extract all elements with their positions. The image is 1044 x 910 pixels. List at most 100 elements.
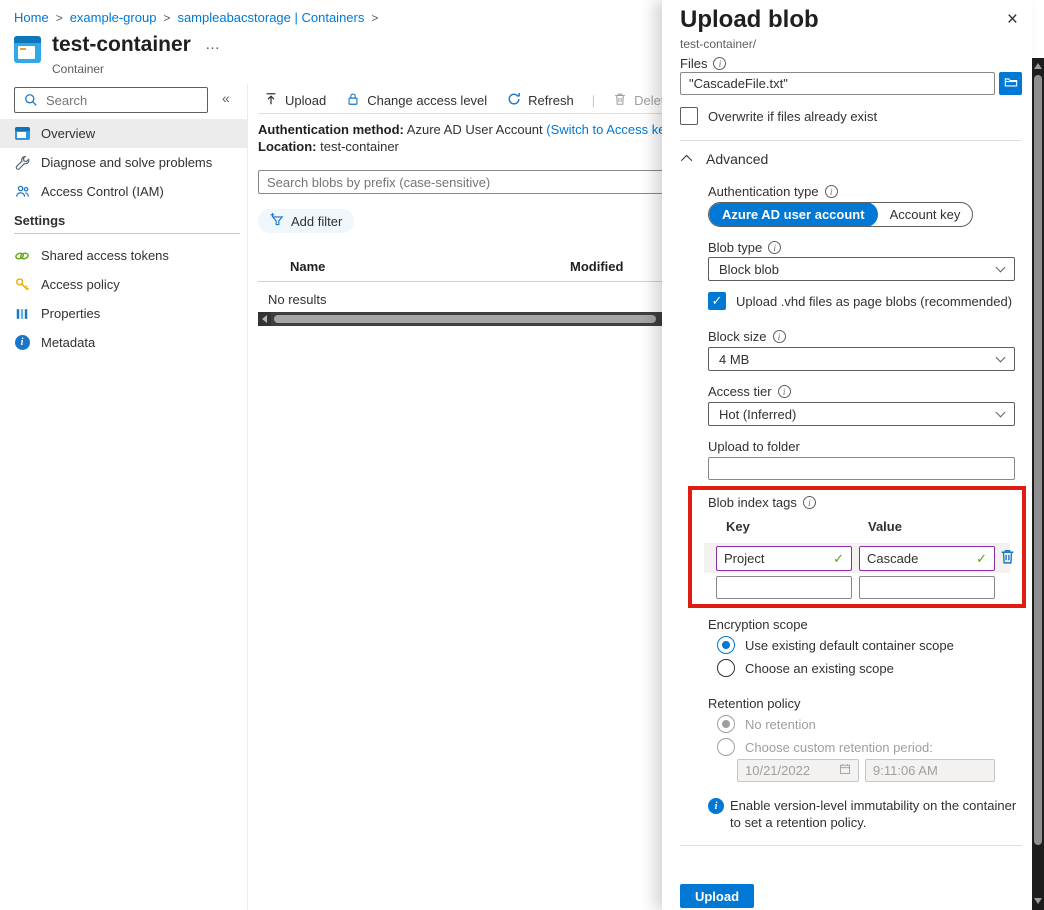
retention-time-input: 9:11:06 AM (865, 759, 995, 782)
column-header-modified[interactable]: Modified (570, 259, 623, 274)
blob-prefix-search-input[interactable] (267, 175, 659, 190)
people-icon (14, 184, 30, 200)
retention-option-none: No retention (717, 715, 816, 733)
chevron-down-icon (996, 352, 1006, 362)
upload-folder-input[interactable] (708, 457, 1015, 480)
sidebar-section-divider (14, 233, 240, 234)
block-size-label-row: Block size i (708, 329, 786, 344)
auth-toggle-account-key[interactable]: Account key (878, 207, 973, 222)
auth-type-label: Authentication type (708, 184, 819, 199)
vertical-scrollbar-thumb[interactable] (1034, 75, 1042, 845)
sidebar-item-metadata[interactable]: i Metadata (0, 328, 247, 357)
block-size-select[interactable]: 4 MB (708, 347, 1015, 371)
columns-icon (14, 306, 30, 322)
radio-existing-scope[interactable] (717, 659, 735, 677)
upload-submit-button[interactable]: Upload (680, 884, 754, 908)
horizontal-scrollbar[interactable] (258, 312, 664, 326)
vhd-label: Upload .vhd files as page blobs (recomme… (736, 294, 1012, 309)
auth-type-toggle[interactable]: Azure AD user account Account key (708, 202, 973, 227)
info-circle-icon: i (778, 385, 791, 398)
delete-tag-icon[interactable] (999, 548, 1016, 568)
upload-folder-label: Upload to folder (708, 439, 800, 454)
change-access-level-button[interactable]: Change access level (340, 92, 493, 109)
overwrite-checkbox[interactable] (680, 107, 698, 125)
lock-icon (346, 92, 360, 109)
column-header-name[interactable]: Name (290, 259, 325, 274)
breadcrumb-storage-containers[interactable]: sampleabacstorage | Containers (177, 10, 364, 25)
blob-type-value: Block blob (719, 262, 779, 277)
access-tier-label-row: Access tier i (708, 384, 791, 399)
scroll-up-arrow[interactable] (1034, 63, 1042, 69)
switch-access-key-link[interactable]: (Switch to Access key) (546, 122, 676, 137)
horizontal-scrollbar-thumb[interactable] (274, 315, 656, 323)
container-icon (14, 36, 41, 63)
files-label-row: Files i (680, 56, 726, 71)
location-label: Location: (258, 139, 317, 154)
sidebar-search[interactable] (14, 87, 208, 113)
blob-prefix-search[interactable] (258, 170, 668, 194)
close-icon[interactable]: × (1007, 10, 1018, 29)
vhd-checkbox[interactable]: ✓ (708, 292, 726, 310)
sidebar-search-input[interactable] (46, 93, 186, 108)
breadcrumb-home[interactable]: Home (14, 10, 49, 25)
overview-icon (14, 126, 30, 142)
block-size-value: 4 MB (719, 352, 749, 367)
refresh-button[interactable]: Refresh (501, 92, 580, 109)
scroll-left-arrow[interactable] (258, 312, 271, 326)
valid-check-icon: ✓ (833, 551, 844, 567)
panel-divider (680, 140, 1022, 141)
sidebar-item-label: Properties (41, 306, 100, 321)
radio-default-scope-label: Use existing default container scope (745, 638, 954, 653)
auth-method-label: Authentication method: (258, 122, 404, 137)
sidebar-item-label: Metadata (41, 335, 95, 350)
upload-label: Upload (285, 93, 326, 108)
upload-arrow-icon (264, 92, 278, 109)
sidebar-item-label: Access Control (IAM) (41, 184, 164, 199)
command-bar-divider (258, 113, 670, 114)
trash-icon (613, 92, 627, 109)
tag-key-input-empty[interactable] (716, 576, 852, 599)
table-header-divider (258, 281, 664, 282)
upload-button[interactable]: Upload (258, 92, 332, 109)
vhd-row: ✓ Upload .vhd files as page blobs (recom… (708, 292, 1012, 310)
key-icon (14, 277, 30, 293)
breadcrumb-resource-group[interactable]: example-group (70, 10, 157, 25)
retention-policy-label: Retention policy (708, 696, 801, 711)
tag-value-input[interactable]: Cascade ✓ (859, 546, 995, 571)
tag-value-input-empty[interactable] (859, 576, 995, 599)
filter-plus-icon (270, 212, 285, 230)
radio-default-scope[interactable] (717, 636, 735, 654)
sidebar-item-shared-access-tokens[interactable]: Shared access tokens (0, 241, 247, 270)
files-input[interactable] (680, 72, 995, 95)
scroll-down-arrow[interactable] (1034, 898, 1042, 904)
sidebar-item-overview[interactable]: Overview (0, 119, 247, 148)
sidebar-item-access-control[interactable]: Access Control (IAM) (0, 177, 247, 206)
advanced-expander[interactable]: Advanced (684, 151, 768, 167)
chevron-up-icon (681, 155, 692, 166)
more-menu-icon[interactable]: … (205, 36, 221, 53)
command-bar: Upload Change access level Refresh | Del… (258, 88, 727, 112)
auth-toggle-selected[interactable]: Azure AD user account (709, 202, 878, 227)
panel-title: Upload blob (680, 6, 819, 34)
vertical-scrollbar[interactable] (1032, 58, 1044, 910)
tag-key-value: Project (724, 551, 764, 566)
blob-type-select[interactable]: Block blob (708, 257, 1015, 281)
browse-files-button[interactable] (999, 72, 1022, 95)
sidebar-collapse-icon[interactable]: « (222, 90, 230, 106)
breadcrumb-separator: > (56, 11, 63, 25)
sidebar-item-diagnose[interactable]: Diagnose and solve problems (0, 148, 247, 177)
breadcrumb-separator: > (163, 11, 170, 25)
files-label: Files (680, 56, 707, 71)
sidebar-item-properties[interactable]: Properties (0, 299, 247, 328)
info-icon: i (14, 335, 30, 351)
breadcrumb: Home > example-group > sampleabacstorage… (14, 10, 378, 25)
tag-value-header: Value (868, 519, 902, 534)
sidebar-item-access-policy[interactable]: Access policy (0, 270, 247, 299)
add-filter-button[interactable]: Add filter (258, 209, 354, 233)
tag-key-input[interactable]: Project ✓ (716, 546, 852, 571)
block-size-label: Block size (708, 329, 767, 344)
tag-key-header: Key (726, 519, 750, 534)
info-circle-icon: i (713, 57, 726, 70)
info-circle-icon: i (803, 496, 816, 509)
access-tier-select[interactable]: Hot (Inferred) (708, 402, 1015, 426)
